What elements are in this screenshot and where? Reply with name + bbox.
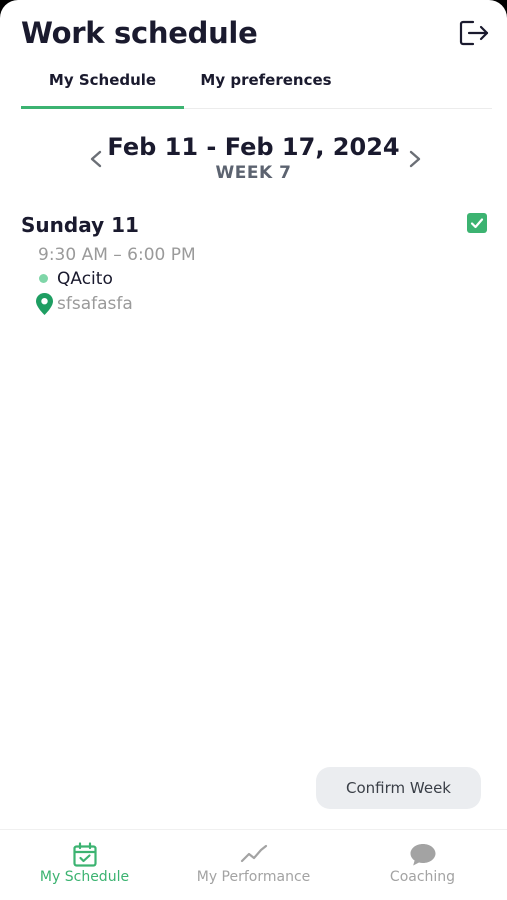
tab-bar: My Schedule My preferences <box>21 64 492 109</box>
nav-my-performance[interactable]: My Performance <box>169 830 338 900</box>
tab-my-schedule[interactable]: My Schedule <box>21 64 184 106</box>
bottom-navigation: My Schedule My Performance Coaching <box>0 829 507 900</box>
nav-label-my-schedule: My Schedule <box>39 869 130 885</box>
week-date-range: Feb 11 - Feb 17, 2024 <box>107 133 400 161</box>
day-card: Sunday 11 9:30 AM – 6:00 PM QAcito sfsaf… <box>21 210 491 320</box>
day-title: Sunday 11 <box>21 213 139 237</box>
confirm-week-button[interactable]: Confirm Week <box>316 767 481 809</box>
chat-bubble-icon <box>410 844 435 866</box>
day-confirmed-checkbox[interactable] <box>467 213 487 233</box>
app-screen: Work schedule My Schedule My preferences… <box>0 0 507 900</box>
trend-line-icon <box>240 844 267 863</box>
location-name: sfsafasfa <box>57 294 133 314</box>
week-number: WEEK 7 <box>215 163 292 183</box>
position-name: QAcito <box>57 269 113 289</box>
nav-my-schedule[interactable]: My Schedule <box>0 830 169 900</box>
week-navigator: Feb 11 - Feb 17, 2024 WEEK 7 <box>0 130 507 190</box>
location-pin-icon <box>36 293 53 315</box>
page-title: Work schedule <box>21 16 258 50</box>
nav-label-coaching: Coaching <box>389 869 456 885</box>
logout-icon[interactable] <box>457 18 491 48</box>
active-tab-indicator <box>21 106 184 109</box>
chevron-right-icon[interactable] <box>403 144 427 174</box>
nav-label-my-performance: My Performance <box>196 869 311 885</box>
header: Work schedule <box>21 14 491 54</box>
tab-my-preferences[interactable]: My preferences <box>184 64 348 106</box>
calendar-check-icon <box>72 842 97 867</box>
shift-time: 9:30 AM – 6:00 PM <box>38 245 196 265</box>
nav-coaching[interactable]: Coaching <box>338 830 507 900</box>
position-dot-icon <box>39 274 48 283</box>
